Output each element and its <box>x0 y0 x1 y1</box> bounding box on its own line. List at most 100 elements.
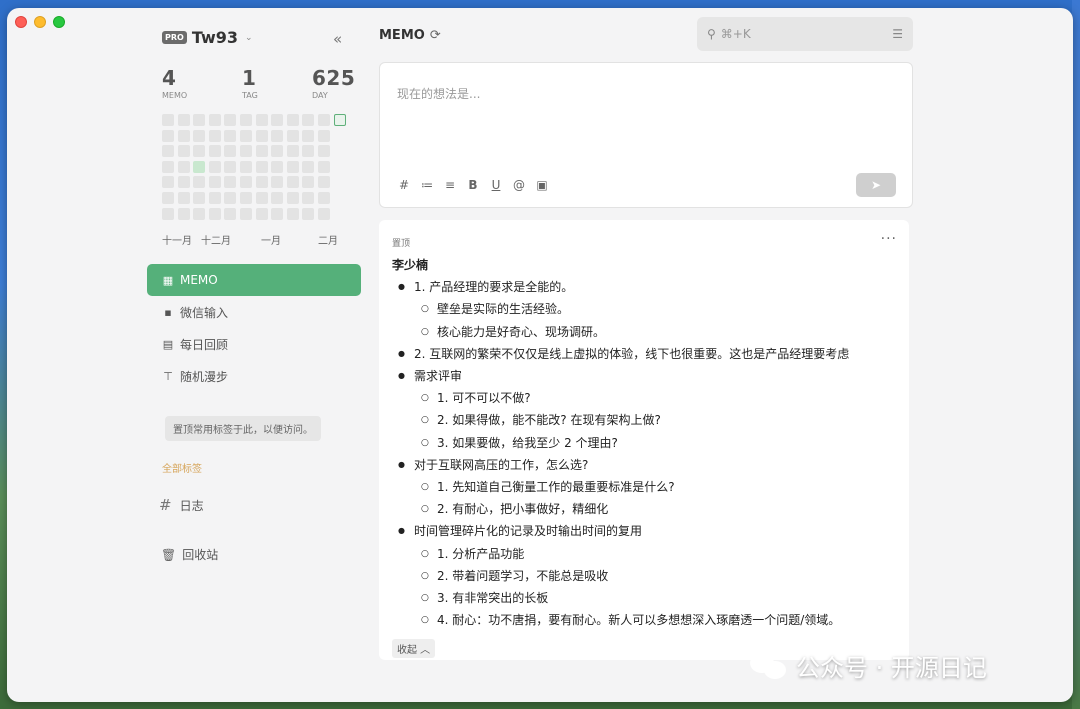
heatmap-cell[interactable] <box>318 192 330 204</box>
heatmap-cell[interactable] <box>286 207 299 220</box>
heatmap-cell[interactable] <box>286 145 299 158</box>
heatmap-cell[interactable] <box>302 207 315 220</box>
heatmap-cell[interactable] <box>193 114 206 126</box>
heatmap-cell[interactable] <box>255 192 268 204</box>
heatmap-cell[interactable] <box>302 114 315 126</box>
heatmap-cell[interactable] <box>208 207 221 220</box>
heatmap-cell[interactable] <box>208 114 221 126</box>
heatmap-cell[interactable] <box>302 129 315 142</box>
heatmap-cell[interactable] <box>255 145 268 158</box>
heatmap-cell[interactable] <box>240 160 252 173</box>
sidebar-item-wechat[interactable]: ▪ 微信输入 <box>147 296 361 328</box>
heatmap-cell[interactable] <box>271 145 284 158</box>
heatmap-cell[interactable] <box>271 176 284 189</box>
heatmap-cell[interactable] <box>286 192 299 204</box>
heatmap-cell[interactable] <box>193 176 206 189</box>
heatmap-cell[interactable] <box>193 160 206 173</box>
heatmap-cell[interactable] <box>162 145 174 158</box>
search-input[interactable]: ⚲ ⌘+K ☰ <box>697 17 913 51</box>
sidebar-item-daily-review[interactable]: ▤ 每日回顾 <box>147 328 361 360</box>
heatmap-cell[interactable] <box>162 176 174 189</box>
sync-icon[interactable]: ⟳ <box>430 28 441 43</box>
heatmap-cell[interactable] <box>286 129 299 142</box>
heatmap-cell[interactable] <box>255 207 268 220</box>
numbered-list-icon[interactable]: ≡ <box>444 178 456 192</box>
user-menu[interactable]: PRO Tw93 ⌄ <box>162 28 253 47</box>
heatmap-cell[interactable] <box>224 145 237 158</box>
heatmap-cell[interactable] <box>162 114 174 126</box>
bold-icon[interactable]: B <box>467 178 479 192</box>
heatmap-cell[interactable] <box>271 114 284 126</box>
heatmap-cell[interactable] <box>224 192 237 204</box>
more-options-icon[interactable]: ··· <box>881 231 897 247</box>
heatmap-cell[interactable] <box>318 145 330 158</box>
heatmap-cell[interactable] <box>208 160 221 173</box>
underline-icon[interactable]: U <box>490 178 502 192</box>
heatmap-cell[interactable] <box>193 192 206 204</box>
heatmap-cell[interactable] <box>224 176 237 189</box>
heatmap-cell[interactable] <box>208 176 221 189</box>
heatmap-cell[interactable] <box>240 114 252 126</box>
heatmap-cell[interactable] <box>208 145 221 158</box>
heatmap-cell[interactable] <box>271 129 284 142</box>
bullet-list-icon[interactable]: ≔ <box>421 178 433 192</box>
filter-icon[interactable]: ☰ <box>892 27 903 41</box>
memo-editor[interactable]: 现在的想法是... # ≔ ≡ B U @ ▣ ➤ <box>379 62 913 208</box>
tag-item-journal[interactable]: # 日志 <box>159 496 204 514</box>
heatmap-cell[interactable] <box>318 160 330 173</box>
collapse-button[interactable]: 收起 ︿ <box>392 639 436 658</box>
sidebar-item-trash[interactable]: 🗑 回收站 <box>161 546 218 563</box>
heatmap-cell[interactable] <box>193 145 206 158</box>
heatmap-cell[interactable] <box>271 207 284 220</box>
heatmap-cell[interactable] <box>302 145 315 158</box>
heatmap-cell[interactable] <box>318 176 330 189</box>
heatmap-cell[interactable] <box>177 207 190 220</box>
heatmap-cell[interactable] <box>177 160 190 173</box>
heatmap-cell[interactable] <box>240 176 252 189</box>
heatmap-cell[interactable] <box>208 129 221 142</box>
heatmap-cell[interactable] <box>224 207 237 220</box>
heatmap-cell[interactable] <box>177 129 190 142</box>
heatmap-cell[interactable] <box>255 176 268 189</box>
all-tags-label[interactable]: 全部标签 <box>162 460 202 475</box>
heatmap-cell[interactable] <box>208 192 221 204</box>
heatmap-cell[interactable] <box>240 192 252 204</box>
heatmap-cell[interactable] <box>286 114 299 126</box>
heatmap-cell[interactable] <box>318 207 330 220</box>
hashtag-icon[interactable]: # <box>398 178 410 192</box>
image-icon[interactable]: ▣ <box>536 178 548 192</box>
heatmap-cell[interactable] <box>162 207 174 220</box>
heatmap-cell[interactable] <box>224 160 237 173</box>
heatmap-cell[interactable] <box>193 129 206 142</box>
heatmap-cell[interactable] <box>333 114 346 126</box>
heatmap-cell[interactable] <box>162 129 174 142</box>
heatmap-cell[interactable] <box>177 176 190 189</box>
heatmap-cell[interactable] <box>302 192 315 204</box>
heatmap-cell[interactable] <box>224 114 237 126</box>
heatmap-cell[interactable] <box>255 129 268 142</box>
heatmap-cell[interactable] <box>271 160 284 173</box>
heatmap-cell[interactable] <box>302 176 315 189</box>
heatmap-cell[interactable] <box>162 160 174 173</box>
heatmap-cell[interactable] <box>177 145 190 158</box>
heatmap-cell[interactable] <box>318 114 330 126</box>
heatmap-cell[interactable] <box>177 114 190 126</box>
heatmap-cell[interactable] <box>240 145 252 158</box>
sidebar-item-random-walk[interactable]: ⊤ 随机漫步 <box>147 360 361 392</box>
send-button[interactable]: ➤ <box>856 173 896 197</box>
zoom-window-button[interactable] <box>53 16 65 28</box>
collapse-sidebar-icon[interactable]: « <box>333 30 342 48</box>
heatmap-cell[interactable] <box>162 192 174 204</box>
heatmap-cell[interactable] <box>240 129 252 142</box>
heatmap-cell[interactable] <box>318 129 330 142</box>
heatmap-cell[interactable] <box>255 160 268 173</box>
mention-icon[interactable]: @ <box>513 178 525 192</box>
heatmap-cell[interactable] <box>271 192 284 204</box>
sidebar-item-memo[interactable]: ▦ MEMO <box>147 264 361 296</box>
close-window-button[interactable] <box>15 16 27 28</box>
heatmap-cell[interactable] <box>302 160 315 173</box>
heatmap-cell[interactable] <box>255 114 268 126</box>
heatmap-cell[interactable] <box>177 192 190 204</box>
heatmap-cell[interactable] <box>240 207 252 220</box>
heatmap-cell[interactable] <box>224 129 237 142</box>
